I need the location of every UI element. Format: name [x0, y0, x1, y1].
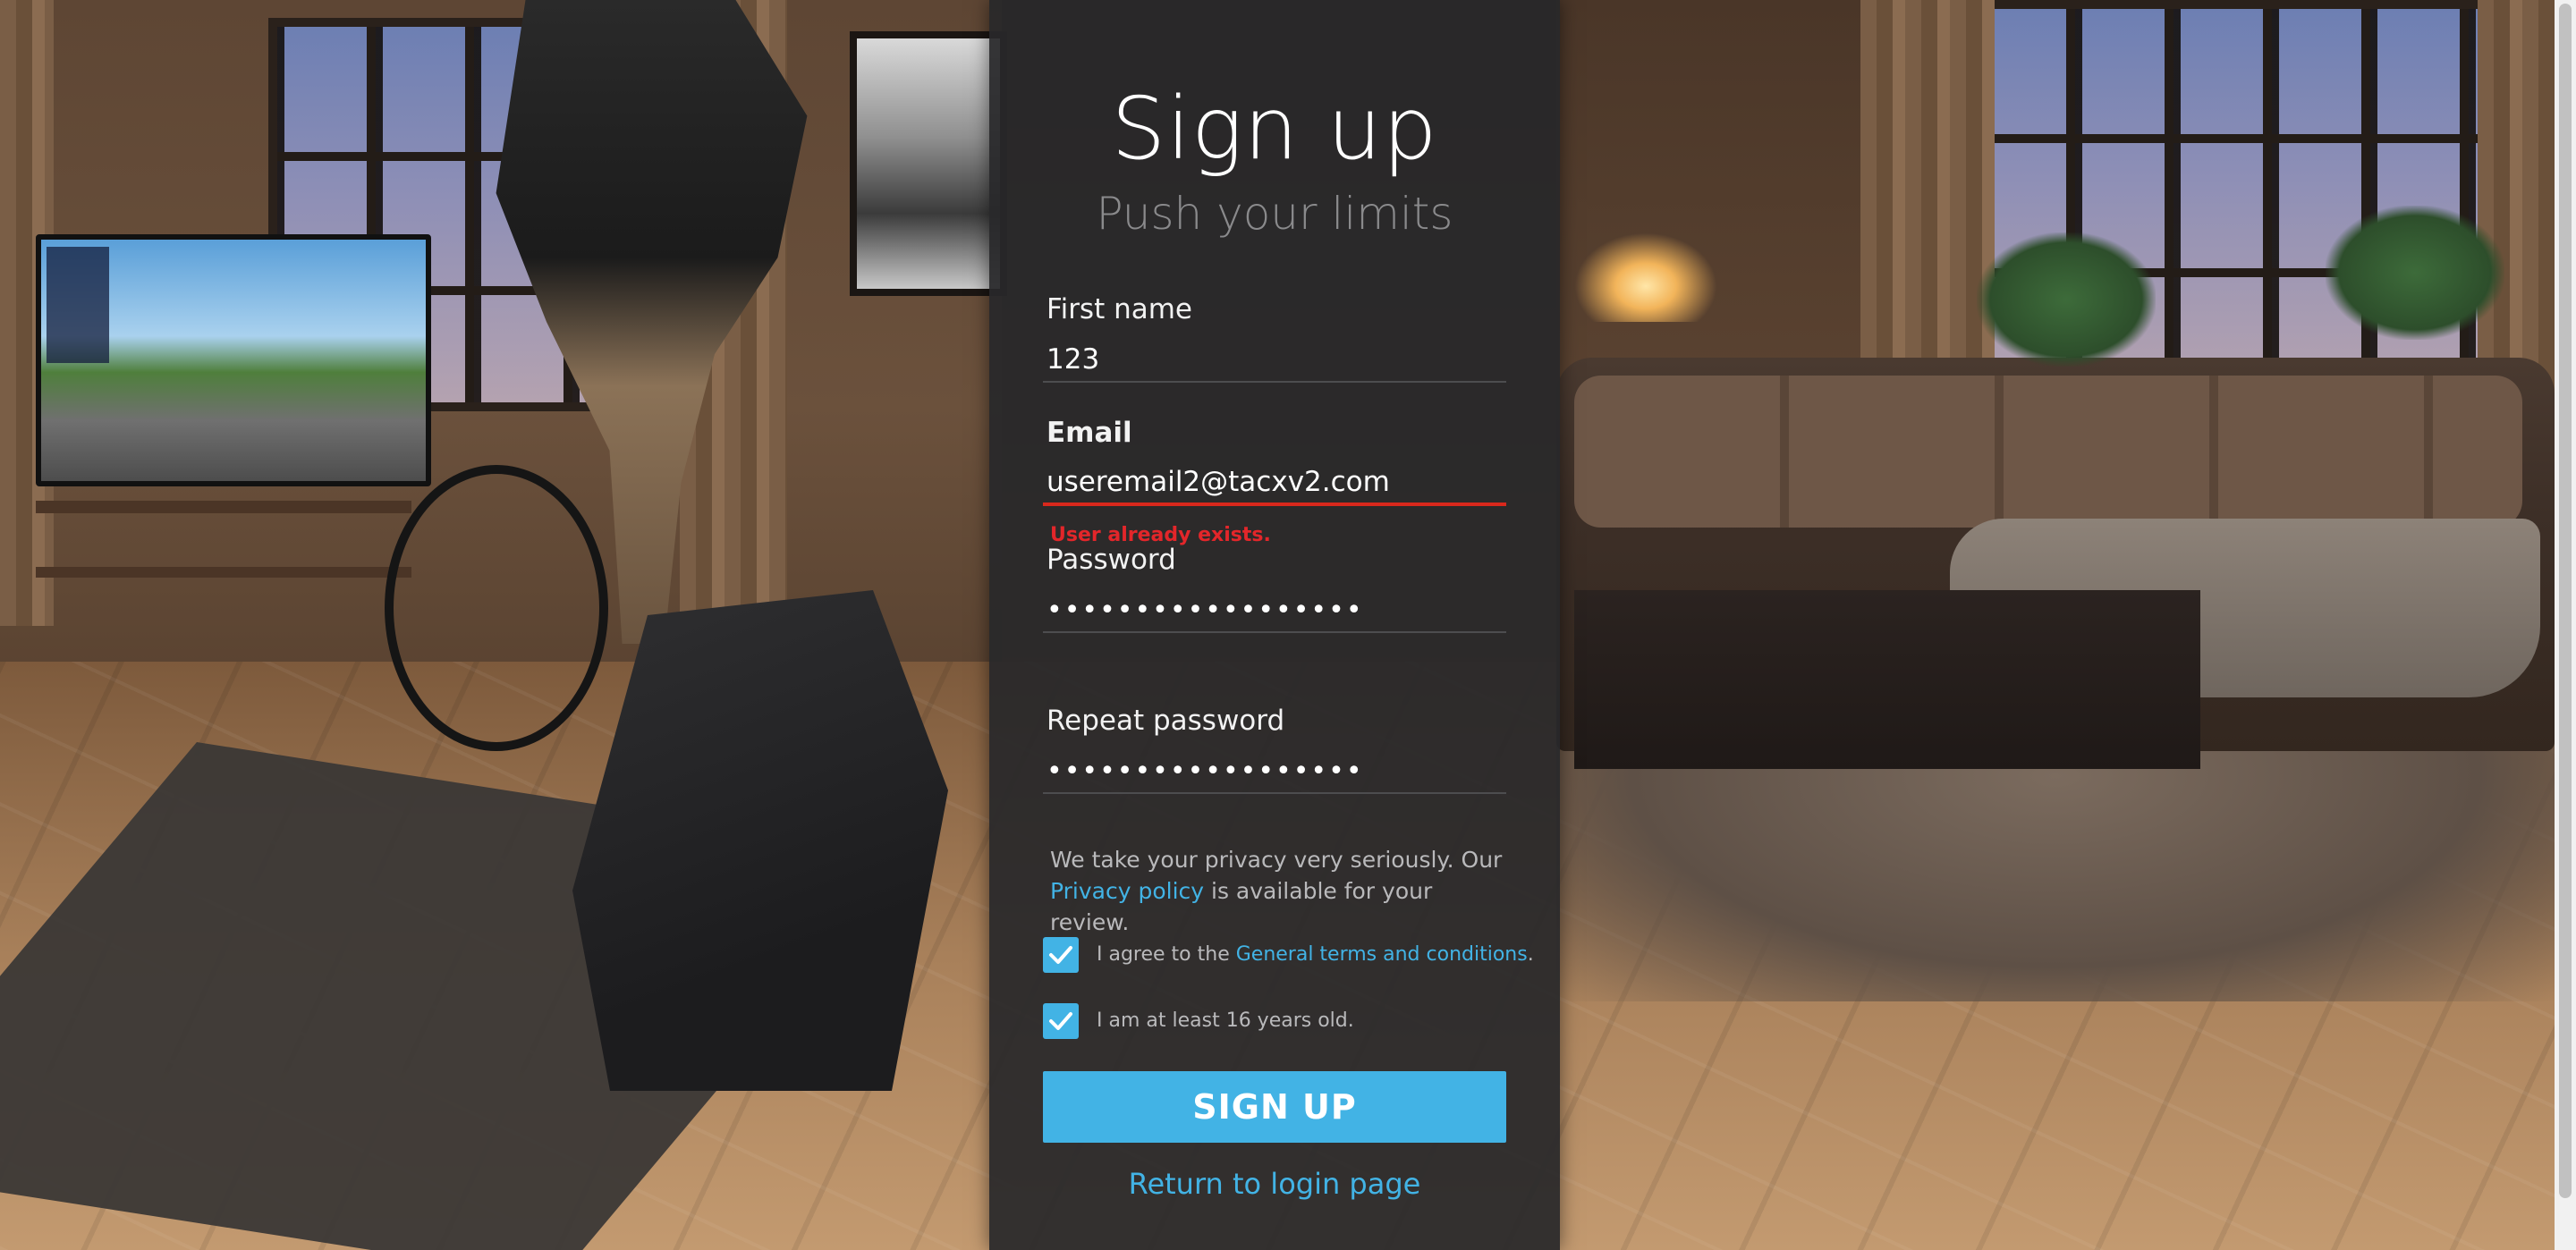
background-tv-stand	[36, 501, 411, 665]
checkmark-icon	[1049, 1012, 1072, 1030]
terms-label: I agree to the General terms and conditi…	[1097, 943, 1534, 966]
page-title: Sign up	[1111, 79, 1438, 179]
background-plant	[1977, 232, 2156, 367]
password-input[interactable]	[1043, 588, 1506, 633]
terms-text: I agree to the	[1097, 943, 1236, 966]
privacy-text: We take your privacy very seriously. Our	[1050, 847, 1503, 873]
background-plant	[2326, 206, 2504, 340]
age-checkbox[interactable]	[1043, 1003, 1079, 1039]
background-tv-stats	[47, 247, 109, 363]
sign-up-button[interactable]: SIGN UP	[1043, 1071, 1506, 1143]
repeat-password-input[interactable]	[1043, 749, 1506, 794]
age-label: I am at least 16 years old.	[1097, 1009, 1354, 1032]
page-subtitle: Push your limits	[1096, 188, 1453, 240]
repeat-password-label: Repeat password	[1046, 705, 1285, 737]
background-bike-wheel	[385, 465, 608, 751]
return-to-login-link[interactable]: Return to login page	[989, 1167, 1560, 1201]
privacy-policy-link[interactable]: Privacy policy	[1050, 878, 1204, 904]
background-sofa-cushions	[1574, 376, 2522, 528]
password-label: Password	[1046, 544, 1176, 576]
first-name-label: First name	[1046, 293, 1193, 325]
terms-checkbox[interactable]	[1043, 937, 1079, 973]
background-wall-picture	[850, 31, 1007, 296]
background-coffee-table	[1574, 590, 2200, 769]
first-name-input[interactable]	[1043, 338, 1506, 383]
scrollbar[interactable]	[2555, 0, 2576, 1250]
background-tv	[36, 234, 431, 486]
signup-panel: Sign up Push your limits First name Emai…	[989, 0, 1560, 1250]
background-pendant-lamp	[1574, 232, 1717, 322]
scrollbar-thumb[interactable]	[2559, 4, 2572, 1198]
terms-link[interactable]: General terms and conditions	[1236, 943, 1528, 966]
email-input[interactable]	[1043, 461, 1506, 506]
checkmark-icon	[1049, 946, 1072, 964]
page: Sign up Push your limits First name Emai…	[0, 0, 2576, 1250]
terms-text-after: .	[1527, 943, 1534, 966]
privacy-notice: We take your privacy very seriously. Our…	[1050, 844, 1515, 938]
email-label: Email	[1046, 417, 1132, 449]
